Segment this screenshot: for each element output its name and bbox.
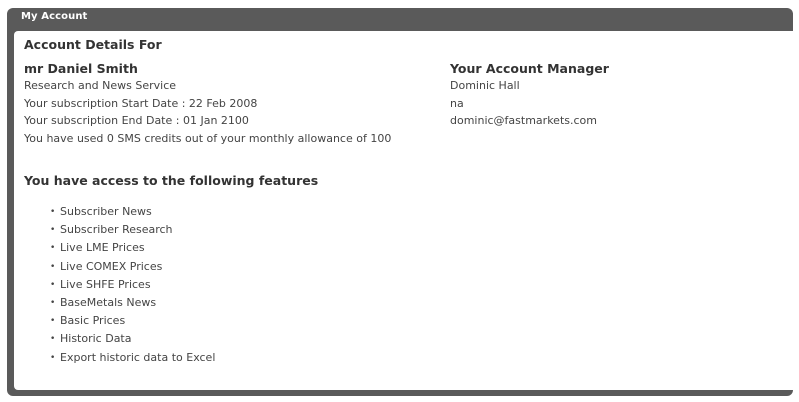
bullet-icon: • (50, 225, 56, 236)
account-manager-heading: Your Account Manager (450, 61, 609, 76)
bullet-icon: • (50, 279, 56, 290)
account-manager-column: Your Account Manager Dominic Hall na dom… (450, 61, 770, 130)
account-info-columns: mr Daniel Smith Research and News Servic… (24, 61, 793, 157)
feature-item-live-comex-prices: • Live COMEX Prices (50, 258, 793, 276)
sms-credits-usage: You have used 0 SMS credits out of your … (24, 131, 392, 145)
bullet-icon: • (50, 316, 56, 327)
bullet-icon: • (50, 207, 56, 217)
my-account-panel: My Account Account Details For mr Daniel… (7, 8, 793, 396)
account-manager-phone: na (450, 96, 464, 110)
features-list: • Subscriber News • Subscriber Research • L… (24, 203, 793, 367)
feature-label: Live SHFE Prices (60, 277, 151, 291)
subscription-end-date: Your subscription End Date : 01 Jan 2100 (24, 114, 249, 127)
feature-label: Subscriber Research (60, 223, 173, 237)
feature-item-live-shfe-prices: • Live SHFE Prices (50, 276, 793, 294)
features-heading: You have access to the following feature… (24, 173, 319, 188)
bullet-icon: • (50, 352, 56, 363)
feature-label: BaseMetals News (60, 296, 157, 310)
feature-label: Live LME Prices (60, 241, 145, 255)
bullet-icon: • (50, 243, 56, 254)
feature-label: Historic Data (60, 332, 132, 346)
subscription-service: Research and News Service (24, 79, 177, 92)
account-details-title: Account Details For (24, 37, 162, 52)
feature-item-export-historic-data: • Export historic data to Excel (50, 349, 793, 367)
feature-label: Export historic data to Excel (60, 350, 216, 364)
bullet-icon: • (50, 261, 56, 272)
account-details-column: mr Daniel Smith Research and News Servic… (24, 61, 464, 147)
feature-item-basemetals-news: • BaseMetals News (50, 294, 793, 312)
feature-item-live-lme-prices: • Live LME Prices (50, 239, 793, 257)
feature-item-subscriber-news: • Subscriber News (50, 203, 793, 221)
panel-body: Account Details For mr Daniel Smith Rese… (14, 31, 793, 390)
panel-header-title: My Account (21, 11, 88, 22)
bullet-icon: • (50, 298, 56, 309)
subscription-start-date: Your subscription Start Date : 22 Feb 20… (24, 96, 258, 110)
account-manager-email[interactable]: dominic@fastmarkets.com (450, 112, 770, 130)
bullet-icon: • (50, 334, 56, 345)
feature-item-subscriber-research: • Subscriber Research (50, 221, 793, 239)
feature-label: Live COMEX Prices (60, 259, 163, 273)
feature-label: Basic Prices (60, 314, 126, 328)
account-manager-name: Dominic Hall (450, 79, 520, 92)
account-holder-name: mr Daniel Smith (24, 61, 138, 76)
feature-item-basic-prices: • Basic Prices (50, 312, 793, 330)
feature-item-historic-data: • Historic Data (50, 330, 793, 348)
feature-label: Subscriber News (60, 205, 152, 218)
